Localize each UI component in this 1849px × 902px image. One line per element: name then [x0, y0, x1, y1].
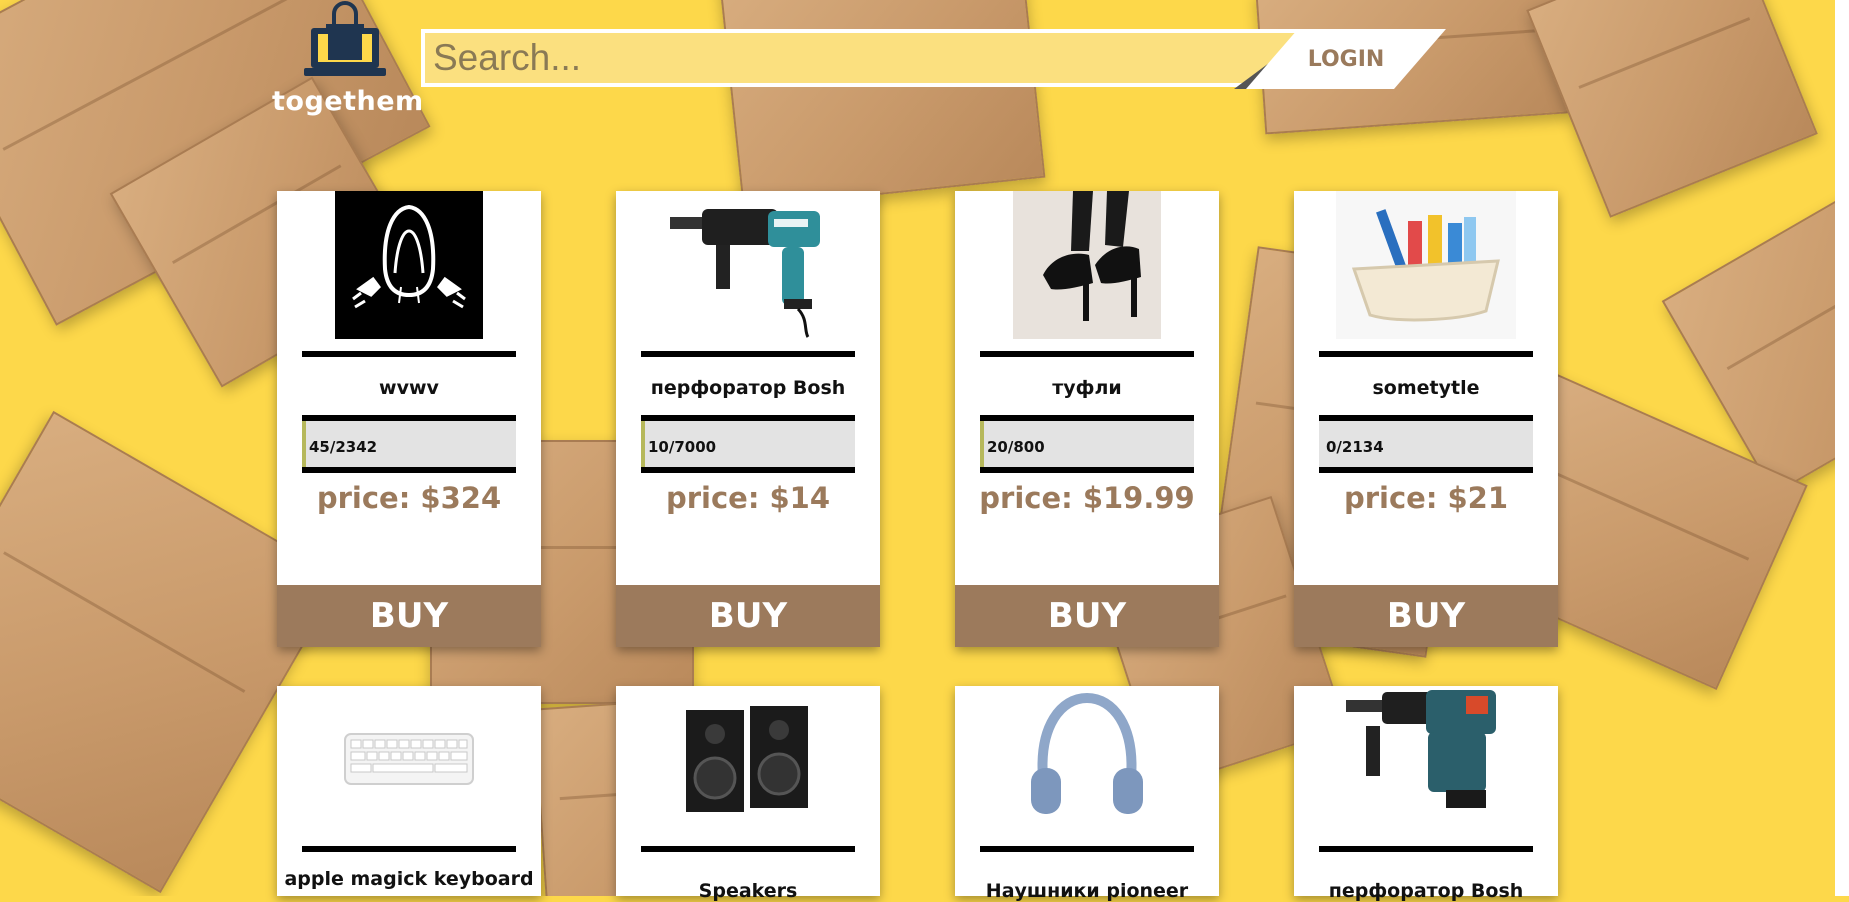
product-name: Наушники pioneer	[985, 880, 1189, 902]
search-input[interactable]	[421, 29, 1309, 87]
progress-text: 45/2342	[309, 438, 378, 456]
high-heels-icon	[1013, 191, 1161, 339]
progress-fill	[980, 421, 984, 467]
buy-button[interactable]: BUY	[1294, 585, 1558, 647]
progress-text: 0/2134	[1326, 438, 1384, 456]
keyboard-icon	[344, 733, 474, 785]
rotary-hammer-icon	[670, 209, 820, 338]
divider	[641, 351, 855, 357]
product-card: wvwv 45/2342 price: $324 BUY	[277, 191, 541, 647]
product-card: apple magick keyboard	[277, 686, 541, 896]
brand-name: togethem	[272, 86, 424, 117]
product-name: sometytle	[1372, 377, 1480, 399]
progress-bar: 45/2342	[302, 415, 516, 473]
buy-button[interactable]: BUY	[955, 585, 1219, 647]
progress-bar: 0/2134	[1319, 415, 1533, 473]
divider	[980, 351, 1194, 357]
headphones-icon	[1031, 692, 1143, 814]
product-name: перфоратор Bosh	[1328, 880, 1524, 902]
product-name: Speakers	[698, 880, 798, 902]
login-button[interactable]: LOGIN	[1246, 29, 1446, 89]
buy-button[interactable]: BUY	[277, 585, 541, 647]
brand-logo[interactable]: togethem	[272, 0, 424, 120]
login-container: LOGIN	[1234, 29, 1446, 89]
shopping-bag-laptop-icon	[304, 1, 386, 76]
speakers-icon	[686, 706, 808, 812]
buy-button[interactable]: BUY	[616, 585, 880, 647]
divider	[1319, 846, 1533, 852]
product-name: перфоратор Bosh	[650, 377, 846, 399]
progress-fill	[641, 421, 645, 467]
product-image[interactable]	[616, 191, 880, 339]
product-card: Наушники pioneer	[955, 686, 1219, 902]
page-edge	[1835, 0, 1849, 896]
progress-text: 20/800	[987, 438, 1045, 456]
product-card: Speakers	[616, 686, 880, 902]
hoodie-figure-icon	[335, 191, 483, 339]
product-card: перфоратор Bosh 10/7000 price: $14 BUY	[616, 191, 880, 647]
product-image[interactable]	[955, 686, 1219, 834]
product-image[interactable]	[1294, 191, 1558, 339]
product-price: price: $19.99	[979, 481, 1195, 515]
product-price: price: $324	[316, 481, 502, 515]
progress-bar: 10/7000	[641, 415, 855, 473]
progress-bar: 20/800	[980, 415, 1194, 473]
product-name: туфли	[1052, 377, 1122, 399]
product-image[interactable]	[1294, 686, 1558, 834]
divider	[980, 846, 1194, 852]
divider	[302, 846, 516, 852]
product-price: price: $14	[665, 481, 831, 515]
product-image[interactable]	[955, 191, 1219, 339]
product-price: price: $21	[1343, 481, 1509, 515]
divider	[1319, 351, 1533, 357]
rotary-hammer-icon	[1346, 690, 1496, 808]
product-name: apple magick keyboard	[284, 868, 534, 890]
progress-text: 10/7000	[648, 438, 717, 456]
cleaning-supplies-icon	[1336, 191, 1516, 339]
product-image[interactable]	[277, 686, 541, 834]
product-image[interactable]	[277, 191, 541, 339]
progress-fill	[302, 421, 306, 467]
product-image[interactable]	[616, 686, 880, 834]
product-card: перфоратор Bosh	[1294, 686, 1558, 902]
divider	[302, 351, 516, 357]
product-name: wvwv	[379, 377, 439, 399]
divider	[641, 846, 855, 852]
product-card: sometytle 0/2134 price: $21 BUY	[1294, 191, 1558, 647]
product-card: туфли 20/800 price: $19.99 BUY	[955, 191, 1219, 647]
